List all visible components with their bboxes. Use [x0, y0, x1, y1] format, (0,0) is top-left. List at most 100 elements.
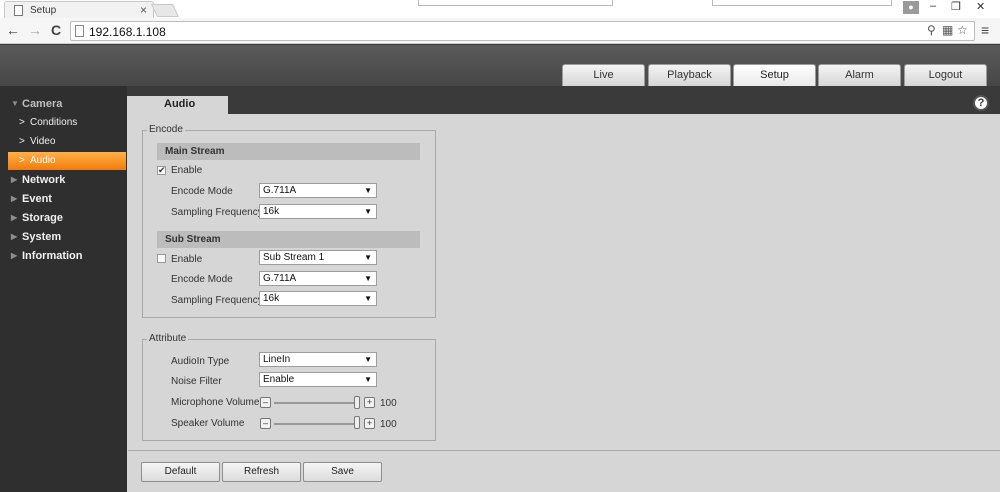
speaker-volume-increase-button[interactable]: + — [364, 418, 375, 429]
sidebar-item-label: System — [22, 231, 62, 243]
chevron-right-icon: > — [19, 136, 25, 147]
star-icon[interactable]: ☆ — [957, 23, 968, 37]
select-value: Enable — [263, 374, 295, 385]
audioin-type-label: AudioIn Type — [171, 356, 230, 367]
user-icon[interactable]: ● — [903, 1, 919, 14]
sub-sampling-select[interactable]: 16k ▼ — [259, 291, 377, 306]
tab-close-icon[interactable]: × — [140, 3, 147, 17]
sub-stream-enable-label: Enable — [171, 254, 203, 265]
mic-volume-slider[interactable] — [274, 402, 358, 404]
mic-volume-increase-button[interactable]: + — [364, 397, 375, 408]
select-value: G.711A — [263, 273, 297, 284]
noise-filter-label: Noise Filter — [171, 376, 222, 387]
sub-encode-mode-select[interactable]: G.711A ▼ — [259, 271, 377, 286]
select-value: LineIn — [263, 354, 291, 365]
dropdown-arrow-icon: ▼ — [364, 207, 372, 216]
close-window-icon[interactable]: ✕ — [976, 0, 985, 13]
main-encode-mode-select[interactable]: G.711A ▼ — [259, 183, 377, 198]
sidebar-item-storage[interactable]: ▶ Storage — [0, 209, 127, 227]
sidebar-item-camera[interactable]: ▼ Camera — [0, 95, 127, 113]
attribute-legend: Attribute — [147, 333, 189, 344]
tab-audio[interactable]: Audio — [127, 96, 228, 114]
save-button[interactable]: Save — [303, 462, 382, 482]
refresh-button[interactable]: Refresh — [222, 462, 301, 482]
select-value: G.711A — [263, 185, 297, 196]
sidebar-item-label: Conditions — [30, 117, 78, 128]
triangle-right-icon: ▶ — [11, 175, 18, 184]
sidebar-item-label: Camera — [22, 98, 63, 110]
speaker-volume-slider-thumb[interactable] — [354, 416, 360, 429]
triangle-right-icon: ▶ — [11, 232, 18, 241]
dropdown-arrow-icon: ▼ — [364, 294, 372, 303]
address-input[interactable]: 192.168.1.108 ⚲ ▦ ☆ — [70, 21, 975, 41]
content-tabbar: Audio — [127, 86, 1000, 114]
select-value: 16k — [263, 206, 280, 217]
sub-stream-select[interactable]: Sub Stream 1 ▼ — [259, 250, 377, 265]
audioin-type-select[interactable]: LineIn ▼ — [259, 352, 377, 367]
back-icon[interactable]: ← — [6, 22, 20, 38]
sidebar-item-video[interactable]: > Video — [8, 133, 126, 151]
translate-icon[interactable]: ▦ — [942, 23, 953, 37]
triangle-right-icon: ▶ — [11, 213, 18, 222]
filter-icon[interactable]: ⚲ — [927, 23, 936, 37]
main-sampling-select[interactable]: 16k ▼ — [259, 204, 377, 219]
minimize-icon[interactable]: – — [930, 0, 936, 12]
mic-volume-value: 100 — [380, 398, 397, 409]
microphone-volume-label: Microphone Volume — [171, 397, 260, 408]
sidebar-item-system[interactable]: ▶ System — [0, 228, 127, 246]
select-value: 16k — [263, 293, 280, 304]
mic-volume-slider-thumb[interactable] — [354, 396, 360, 409]
noise-filter-select[interactable]: Enable ▼ — [259, 372, 377, 387]
divider — [128, 450, 1000, 451]
new-tab-button[interactable] — [150, 4, 180, 17]
sidebar-item-information[interactable]: ▶ Information — [0, 247, 127, 265]
tab-alarm[interactable]: Alarm — [818, 64, 901, 86]
triangle-right-icon: ▶ — [11, 251, 18, 260]
page-icon — [75, 25, 84, 37]
reload-icon[interactable]: C — [51, 22, 61, 38]
sidebar-item-event[interactable]: ▶ Event — [0, 190, 127, 208]
triangle-down-icon: ▼ — [11, 99, 19, 108]
sidebar-item-label: Audio — [30, 155, 56, 166]
page-icon — [14, 5, 23, 16]
browser-tabstrip: Setup × ● – ❐ ✕ — [0, 0, 1000, 18]
tab-title: Setup — [30, 5, 57, 16]
tab-setup[interactable]: Setup — [733, 64, 816, 86]
sidebar-item-network[interactable]: ▶ Network — [0, 171, 127, 189]
menu-icon[interactable]: ≡ — [981, 22, 989, 38]
main-encode-mode-label: Encode Mode — [171, 186, 233, 197]
strip-overlay — [418, 0, 613, 6]
sidebar-item-label: Storage — [22, 212, 63, 224]
url-text[interactable]: 192.168.1.108 — [89, 25, 166, 39]
dropdown-arrow-icon: ▼ — [364, 186, 372, 195]
sidebar-item-label: Network — [22, 174, 66, 186]
forward-icon[interactable]: → — [28, 22, 42, 38]
help-icon[interactable]: ? — [973, 95, 989, 111]
dropdown-arrow-icon: ▼ — [364, 355, 372, 364]
speaker-volume-decrease-button[interactable]: – — [260, 418, 271, 429]
sub-stream-header: Sub Stream — [157, 231, 420, 248]
speaker-volume-value: 100 — [380, 419, 397, 430]
tab-live[interactable]: Live — [562, 64, 645, 86]
sidebar: ▼ Camera > Conditions > Video > Audio ▶ … — [0, 86, 127, 492]
restore-icon[interactable]: ❐ — [951, 0, 961, 13]
dropdown-arrow-icon: ▼ — [364, 253, 372, 262]
tab-playback[interactable]: Playback — [648, 64, 731, 86]
chevron-right-icon: > — [19, 155, 25, 166]
main-sampling-label: Sampling Frequency — [171, 207, 263, 218]
default-button[interactable]: Default — [141, 462, 220, 482]
strip-overlay — [712, 0, 892, 6]
sub-sampling-label: Sampling Frequency — [171, 295, 263, 306]
tab-logout[interactable]: Logout — [904, 64, 987, 86]
mic-volume-decrease-button[interactable]: – — [260, 397, 271, 408]
sub-stream-enable-checkbox[interactable] — [157, 254, 166, 263]
sub-encode-mode-label: Encode Mode — [171, 274, 233, 285]
browser-tab[interactable]: Setup × — [4, 1, 154, 18]
dropdown-arrow-icon: ▼ — [364, 274, 372, 283]
main-stream-enable-checkbox[interactable]: ✔ — [157, 166, 166, 175]
browser-toolbar: ← → C 192.168.1.108 ⚲ ▦ ☆ ≡ — [0, 18, 1000, 44]
main-stream-header: Main Stream — [157, 143, 420, 160]
speaker-volume-slider[interactable] — [274, 423, 358, 425]
sidebar-item-audio[interactable]: > Audio — [8, 152, 126, 170]
sidebar-item-conditions[interactable]: > Conditions — [8, 114, 126, 132]
